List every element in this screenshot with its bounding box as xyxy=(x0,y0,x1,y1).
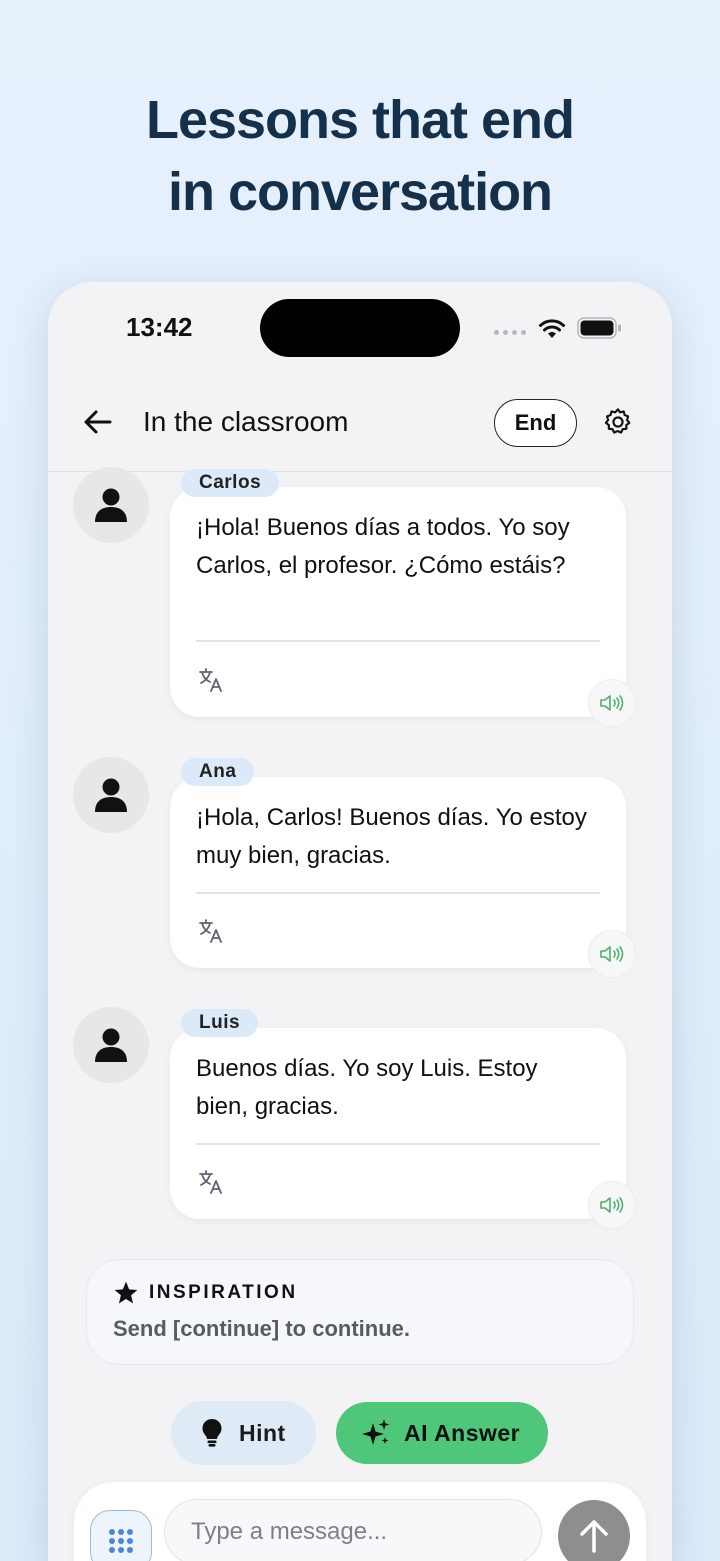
keypad-button[interactable] xyxy=(90,1510,152,1561)
speaker-name-tag: Luis xyxy=(181,1009,259,1037)
dynamic-island xyxy=(260,299,460,357)
headline: Lessons that end in conversation xyxy=(0,84,720,228)
message-text: Buenos días. Yo soy Luis. Estoy bien, gr… xyxy=(196,1055,538,1120)
ai-answer-label: AI Answer xyxy=(404,1420,521,1446)
page-title: In the classroom xyxy=(143,406,349,437)
speaker-icon xyxy=(600,946,624,962)
sparkles-icon xyxy=(362,1419,390,1445)
battery-icon xyxy=(577,317,621,339)
message-text: ¡Hola! Buenos días a todos. Yo soy Carlo… xyxy=(196,514,570,579)
inspiration-label: INSPIRATION xyxy=(149,1282,298,1303)
speaker-icon xyxy=(600,695,624,711)
ai-answer-button[interactable]: AI Answer xyxy=(336,1402,548,1464)
wifi-icon xyxy=(539,319,565,338)
hint-button[interactable]: Hint xyxy=(171,1401,316,1465)
message-bubble: ¡Hola! Buenos días a todos. Yo soy Carlo… xyxy=(170,487,626,717)
headline-line-2: in conversation xyxy=(167,162,553,222)
message-text: ¡Hola, Carlos! Buenos días. Yo estoy muy… xyxy=(196,804,587,869)
lightbulb-icon xyxy=(202,1419,222,1447)
divider xyxy=(196,892,600,894)
translate-icon[interactable] xyxy=(198,918,224,944)
speaker-name-tag: Carlos xyxy=(181,469,280,497)
keypad-icon xyxy=(109,1529,133,1553)
back-arrow-icon[interactable] xyxy=(82,406,114,438)
headline-line-1: Lessons that end xyxy=(145,90,575,150)
message-composer xyxy=(74,1482,646,1561)
play-audio-button[interactable] xyxy=(588,930,636,978)
play-audio-button[interactable] xyxy=(588,679,636,727)
hint-label: Hint xyxy=(239,1420,286,1446)
speaker-name-tag: Ana xyxy=(181,758,255,786)
gear-icon[interactable] xyxy=(602,406,634,438)
inspiration-card: INSPIRATION Send [continue] to continue. xyxy=(86,1259,634,1365)
send-button[interactable] xyxy=(558,1500,630,1561)
star-icon xyxy=(114,1281,138,1304)
translate-icon[interactable] xyxy=(198,1169,224,1195)
end-button[interactable]: End xyxy=(494,399,577,447)
translate-icon[interactable] xyxy=(198,667,224,693)
avatar xyxy=(73,1007,149,1083)
message-bubble: Buenos días. Yo soy Luis. Estoy bien, gr… xyxy=(170,1028,626,1219)
status-time: 13:42 xyxy=(126,312,193,342)
person-icon xyxy=(95,778,127,812)
nav-bar: In the classroom End xyxy=(48,382,672,472)
message-input[interactable] xyxy=(164,1499,542,1561)
divider xyxy=(196,640,600,642)
signal-icon xyxy=(494,330,526,335)
avatar xyxy=(73,757,149,833)
inspiration-text: Send [continue] to continue. xyxy=(113,1316,410,1341)
arrow-up-icon xyxy=(580,1520,608,1553)
avatar xyxy=(73,467,149,543)
divider xyxy=(196,1143,600,1145)
person-icon xyxy=(95,488,127,522)
person-icon xyxy=(95,1028,127,1062)
message-bubble: ¡Hola, Carlos! Buenos días. Yo estoy muy… xyxy=(170,777,626,968)
play-audio-button[interactable] xyxy=(588,1181,636,1229)
phone-frame: 13:42 In the classroom End ¡Hola! Buenos… xyxy=(48,282,672,1561)
speaker-icon xyxy=(600,1197,624,1213)
